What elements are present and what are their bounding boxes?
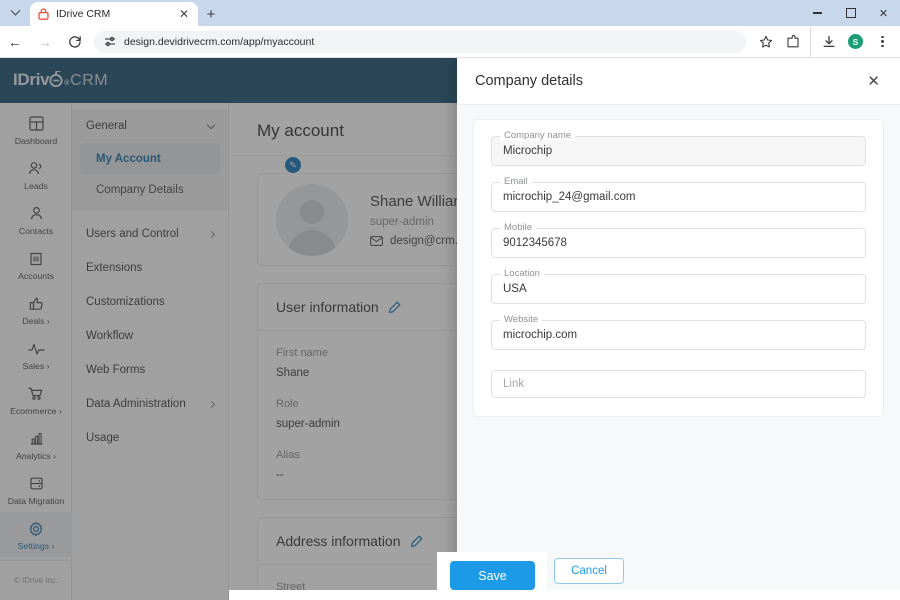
download-icon[interactable] [815,26,842,58]
tab-list-icon[interactable] [0,0,30,26]
close-icon[interactable]: ✕ [867,0,900,26]
kebab-menu-icon[interactable] [869,26,896,58]
tab-title: IDrive CRM [56,8,111,20]
field-website: Website microchip.com [491,314,866,350]
maximize-icon[interactable] [834,0,867,26]
company-details-form: Company name Microchip Email microchip_2… [473,119,884,417]
field-location: Location USA [491,268,866,304]
reload-icon[interactable] [60,26,90,58]
arrow-right-icon[interactable]: → [30,26,60,58]
address-bar[interactable]: design.devidrivecrm.com/app/myaccount [94,30,746,53]
field-legend: Email [500,176,532,187]
field-legend: Company name [500,130,576,141]
new-tab-button[interactable]: + [198,2,224,26]
location-input[interactable]: USA [491,274,866,304]
browser-tool-icons: S [752,25,900,58]
panel-header: Company details ✕ [457,58,900,105]
browser-tabstrip: IDrive CRM ✕ + [0,0,900,26]
save-button[interactable]: Save [450,561,535,590]
window-controls: ✕ [801,0,900,26]
browser-tab[interactable]: IDrive CRM ✕ [30,2,198,26]
field-link: Link [491,370,866,398]
panel-title: Company details [475,73,583,89]
close-icon[interactable]: ✕ [867,74,880,89]
profile-avatar-icon[interactable]: S [842,26,869,58]
email-input[interactable]: microchip_24@gmail.com [491,182,866,212]
close-icon[interactable]: ✕ [177,8,191,20]
panel-footer-actions: Save Cancel [437,552,624,600]
screen: IDrive CRM ✕ + ✕ ← → design.devidrivecrm… [0,0,900,600]
divider [810,25,811,58]
minimize-icon[interactable] [801,0,834,26]
arrow-left-icon[interactable]: ← [0,26,30,58]
app-viewport: IDriv ® CRM Dashboard Leads Contacts Acc… [0,58,900,600]
link-input[interactable]: Link [491,370,866,398]
cancel-button[interactable]: Cancel [554,557,624,584]
field-mobile: Mobile 9012345678 [491,222,866,258]
website-input[interactable]: microchip.com [491,320,866,350]
avatar: S [848,34,863,49]
url-text: design.devidrivecrm.com/app/myaccount [124,35,315,48]
page-settings-icon [104,35,117,48]
browser-toolbar: ← → design.devidrivecrm.com/app/myaccoun… [0,25,900,58]
field-email: Email microchip_24@gmail.com [491,176,866,212]
star-icon[interactable] [752,26,779,58]
field-legend: Website [500,314,543,325]
field-legend: Mobile [500,222,536,233]
save-button-focus-ring: Save [437,552,547,600]
extensions-icon[interactable] [779,26,806,58]
field-company-name: Company name Microchip [491,130,866,166]
field-legend: Location [500,268,544,279]
lock-icon [37,8,50,21]
panel-body: Company name Microchip Email microchip_2… [457,105,900,600]
mobile-input[interactable]: 9012345678 [491,228,866,258]
company-details-panel: Company details ✕ Company name Microchip… [457,58,900,600]
